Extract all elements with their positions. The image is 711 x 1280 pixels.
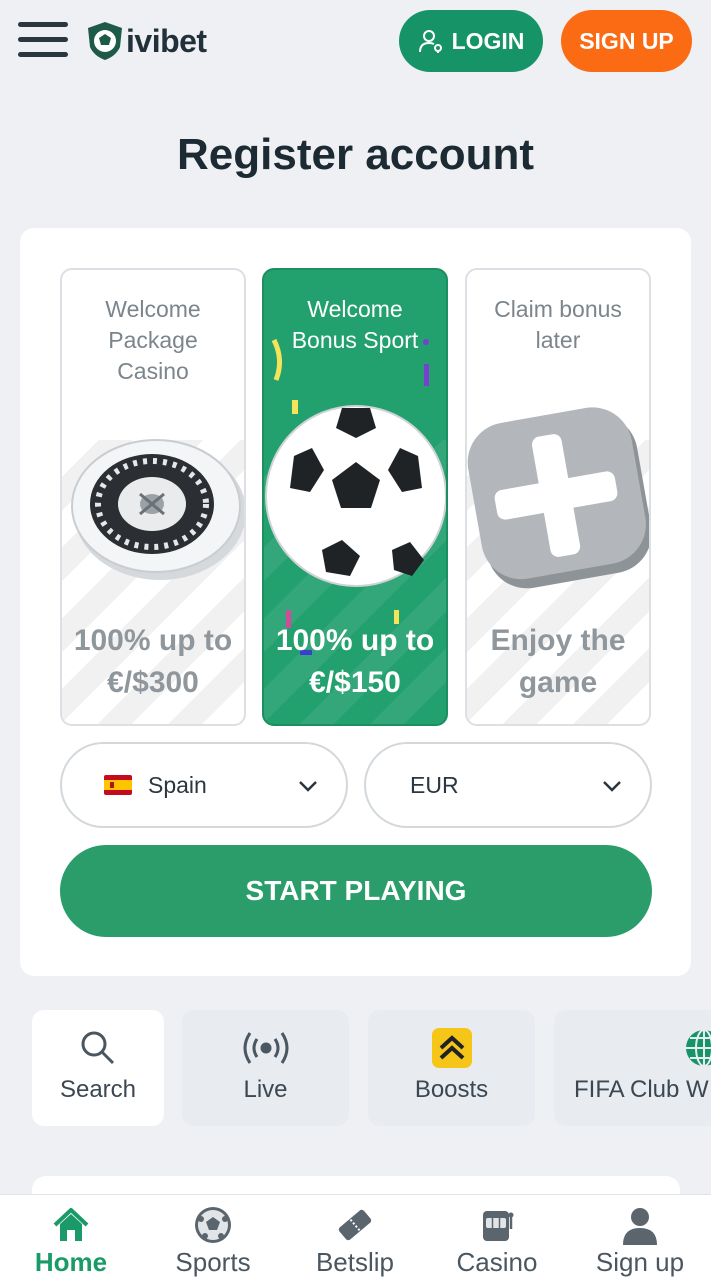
bottom-nav-label: Sports <box>175 1247 251 1277</box>
bottom-nav-casino[interactable]: Casino <box>440 1195 554 1280</box>
boost-icon <box>431 1028 472 1068</box>
chevron-down-icon <box>299 781 317 792</box>
roulette-wheel-icon <box>71 439 244 580</box>
quick-nav-label: FIFA Club W <box>574 1076 709 1103</box>
bottom-nav-signup[interactable]: Sign up <box>583 1195 697 1280</box>
bonus-option-later[interactable]: Claim bonus later Enjoy the game <box>465 268 651 726</box>
logo[interactable]: ivibet <box>86 20 207 62</box>
bottom-nav-home[interactable]: Home <box>14 1195 128 1280</box>
country-select[interactable]: Spain <box>60 742 348 828</box>
quick-nav-label: Search <box>59 1076 137 1103</box>
currency-value: EUR <box>410 771 459 798</box>
page-title: Register account <box>177 130 534 179</box>
close-x-tile-icon <box>467 407 649 589</box>
live-broadcast-icon <box>243 1032 288 1064</box>
register-card: Welcome Package Casino 100% up to €/$300… <box>20 228 691 976</box>
bottom-nav: Home Sports Betslip Casino Sign up <box>0 1194 711 1280</box>
login-label: LOGIN <box>451 27 525 54</box>
globe-icon <box>686 1029 711 1067</box>
quick-nav-live[interactable]: Live <box>182 1010 349 1126</box>
quick-nav-search[interactable]: Search <box>32 1010 164 1126</box>
menu-icon[interactable] <box>18 22 68 62</box>
bottom-nav-betslip[interactable]: Betslip <box>298 1195 412 1280</box>
bonus-option-sport[interactable]: Welcome Bonus Sport 100% up to €/$150 <box>262 268 448 726</box>
signup-button[interactable]: SIGN UP <box>561 10 692 72</box>
spain-flag-icon <box>104 775 132 795</box>
slot-machine-icon <box>483 1211 514 1241</box>
bottom-nav-label: Casino <box>456 1247 538 1277</box>
bonus-title: Welcome Bonus Sport <box>291 296 419 353</box>
bonus-option-casino[interactable]: Welcome Package Casino 100% up to €/$300 <box>60 268 246 726</box>
soccer-ball-icon <box>195 1207 231 1243</box>
chevron-down-icon <box>603 781 621 792</box>
quick-nav-boosts[interactable]: Boosts <box>368 1010 535 1126</box>
bonus-value: Enjoy the game <box>490 624 626 699</box>
home-icon <box>53 1208 89 1241</box>
bottom-nav-label: Betslip <box>315 1247 395 1277</box>
bottom-nav-sports[interactable]: Sports <box>156 1195 270 1280</box>
bottom-nav-label: Home <box>34 1247 108 1277</box>
logo-shield-icon <box>88 22 122 60</box>
signup-label: SIGN UP <box>579 27 674 54</box>
search-icon <box>81 1031 115 1065</box>
bonus-value: 100% up to €/$150 <box>275 624 435 699</box>
quick-nav-label: Boosts <box>414 1076 489 1103</box>
soccer-ball-icon <box>265 405 446 587</box>
currency-select[interactable]: EUR <box>364 742 652 828</box>
start-playing-button[interactable]: START PLAYING <box>60 845 652 937</box>
header: ivibet LOGIN SIGN UP <box>0 0 711 90</box>
quick-nav-fifa-club[interactable]: FIFA Club W <box>554 1010 711 1126</box>
quick-nav-label: Live <box>243 1076 288 1103</box>
user-key-icon <box>418 30 442 53</box>
country-value: Spain <box>148 771 207 798</box>
bonus-value: 100% up to €/$300 <box>73 624 233 699</box>
user-icon <box>623 1208 657 1245</box>
logo-text: ivibet <box>126 22 207 59</box>
bonus-title: Claim bonus later <box>494 296 622 353</box>
bonus-title: Welcome Package Casino <box>105 296 201 384</box>
bottom-nav-label: Sign up <box>595 1247 685 1277</box>
ticket-icon <box>338 1209 372 1241</box>
login-button[interactable]: LOGIN <box>399 10 543 72</box>
